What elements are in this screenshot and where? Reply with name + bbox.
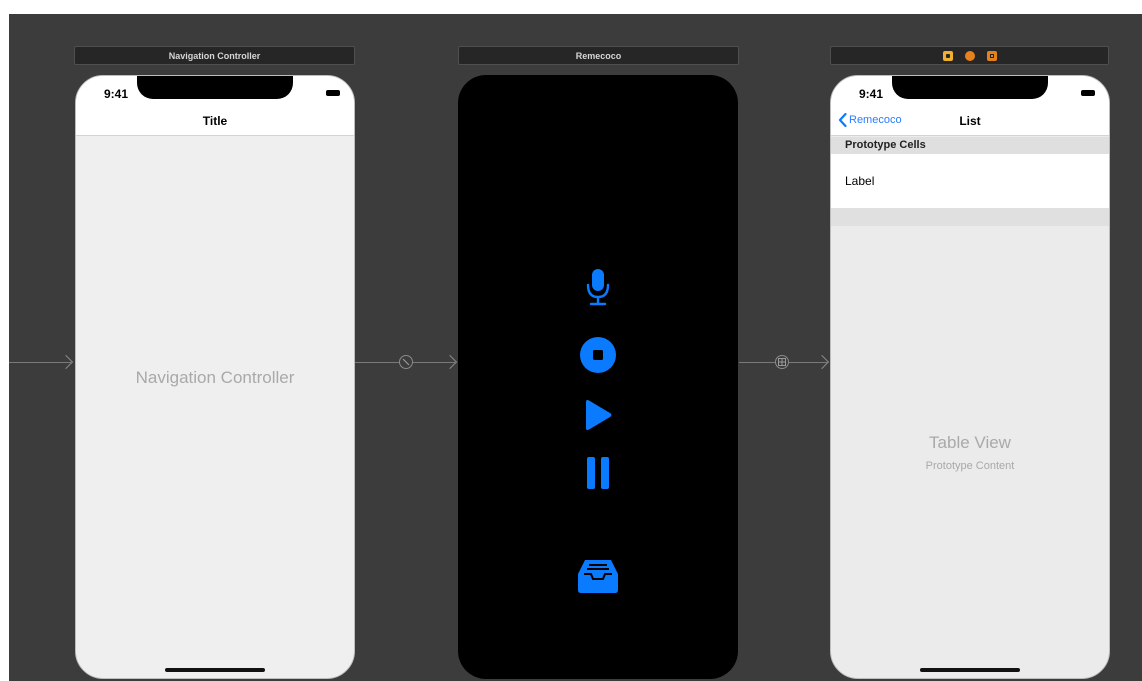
segue-arrow-icon	[442, 354, 458, 370]
device-notch	[137, 76, 293, 99]
scene-bar-navigation-controller[interactable]: Navigation Controller	[74, 46, 355, 65]
remecoco-scene[interactable]	[458, 75, 738, 679]
navigation-bar[interactable]: 9:41 Title	[76, 76, 354, 136]
nav-title: List	[959, 114, 981, 128]
navigation-bar[interactable]: 9:41 Remecoco List	[831, 76, 1109, 136]
scene-bar-title: Remecoco	[575, 50, 622, 61]
table-view-subtitle: Prototype Content	[925, 460, 1015, 472]
canvas: Navigation Controller Remecoco 9:41 Titl…	[0, 0, 1142, 681]
placeholder-label: Navigation Controller	[135, 368, 295, 387]
segue-arrow-icon	[814, 354, 830, 370]
microphone-icon[interactable]	[580, 267, 616, 307]
scene-bar-title: Navigation Controller	[168, 50, 261, 61]
list-scene[interactable]: 9:41 Remecoco List Prototype Cells Label…	[830, 75, 1110, 679]
home-indicator	[165, 668, 265, 672]
exit-icon[interactable]	[986, 50, 997, 61]
table-view-title: Table View	[929, 433, 1011, 452]
battery-icon	[1081, 90, 1095, 96]
table-separator	[831, 208, 1109, 226]
home-indicator	[920, 668, 1020, 672]
tray-icon[interactable]	[576, 557, 620, 595]
pause-icon[interactable]	[582, 455, 614, 491]
cell-label: Label	[845, 174, 875, 188]
status-time: 9:41	[859, 87, 884, 101]
storyboard-canvas[interactable]: Navigation Controller Remecoco 9:41 Titl…	[9, 14, 1142, 681]
navigation-controller-scene[interactable]: 9:41 Title Navigation Controller	[75, 75, 355, 679]
stop-icon[interactable]	[578, 335, 618, 375]
scene-bar-list[interactable]	[830, 46, 1109, 65]
show-segue-icon[interactable]	[775, 355, 789, 369]
section-header: Prototype Cells	[831, 137, 1109, 154]
scene-bar-remecoco[interactable]: Remecoco	[458, 46, 739, 65]
root-relationship-segue-icon[interactable]	[399, 355, 413, 369]
play-icon[interactable]	[580, 397, 616, 433]
battery-icon	[326, 90, 340, 96]
nav-title: Title	[202, 114, 228, 128]
view-controller-icon[interactable]	[942, 50, 953, 61]
device-notch	[892, 76, 1048, 99]
first-responder-icon[interactable]	[964, 50, 975, 61]
status-time: 9:41	[104, 87, 129, 101]
entry-arrow-icon	[58, 354, 74, 370]
table-row[interactable]: Label	[831, 154, 1109, 208]
